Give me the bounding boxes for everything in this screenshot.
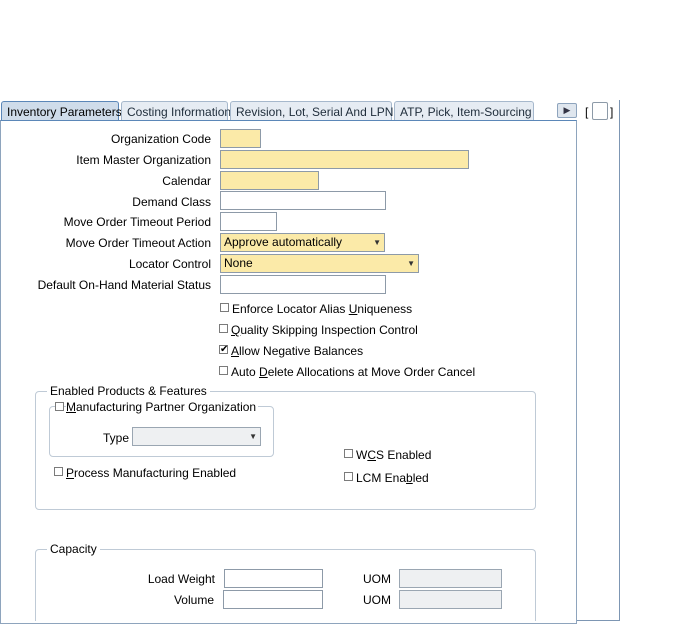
move-order-timeout-period-label: Move Order Timeout Period <box>63 215 211 229</box>
tab-costing-information[interactable]: Costing Information <box>121 101 231 121</box>
enforce-locator-alias-checkbox[interactable] <box>220 303 229 312</box>
locator-control-select[interactable]: None ▼ <box>220 254 419 273</box>
process-mfg-checkbox[interactable] <box>54 467 63 476</box>
weight-uom-field[interactable] <box>399 569 502 588</box>
type-select[interactable]: ▼ <box>132 427 261 446</box>
tab-atp-pick-item-sourcing[interactable]: ATP, Pick, Item-Sourcing <box>394 101 534 121</box>
demand-class-label: Demand Class <box>132 195 211 209</box>
capacity-title: Capacity <box>47 542 100 556</box>
enforce-locator-alias-label: Enforce Locator Alias Uniqueness <box>232 302 413 316</box>
wcs-enabled-label: WCS Enabled <box>356 448 432 462</box>
wcs-enabled-checkbox[interactable] <box>344 449 353 458</box>
mfg-partner-checkbox[interactable] <box>55 402 64 411</box>
lcm-enabled-checkbox[interactable] <box>344 472 353 481</box>
chevron-down-icon[interactable]: ▼ <box>373 234 381 251</box>
default-onhand-status-label: Default On-Hand Material Status <box>37 278 211 292</box>
volume-uom-label: UOM <box>363 593 391 607</box>
bracket-left: [ <box>585 105 589 119</box>
calendar-label: Calendar <box>162 174 211 188</box>
auto-delete-label: Auto Delete Allocations at Move Order Ca… <box>231 365 476 379</box>
organization-code-field[interactable] <box>220 129 261 148</box>
type-label: Type <box>103 431 130 445</box>
weight-uom-label: UOM <box>363 572 391 586</box>
quality-skipping-label: Quality Skipping Inspection Control <box>231 323 418 337</box>
allow-negative-label: Allow Negative Balances <box>231 344 364 358</box>
side-field[interactable] <box>592 102 608 120</box>
item-master-org-label: Item Master Organization <box>76 153 211 167</box>
tab-inventory-parameters[interactable]: Inventory Parameters <box>1 101 122 121</box>
side-frame <box>577 100 620 621</box>
quality-skipping-checkbox[interactable] <box>219 324 228 333</box>
check-icon: ✔ <box>220 344 229 355</box>
default-onhand-status-field[interactable] <box>220 275 386 294</box>
move-order-timeout-action-label: Move Order Timeout Action <box>65 236 211 250</box>
volume-label: Volume <box>173 593 214 607</box>
demand-class-field[interactable] <box>220 191 386 210</box>
load-weight-field[interactable] <box>224 569 323 588</box>
auto-delete-checkbox[interactable] <box>219 366 228 375</box>
volume-uom-field[interactable] <box>399 590 502 609</box>
organization-code-label: Organization Code <box>110 132 211 146</box>
chevron-down-icon[interactable]: ▼ <box>249 428 257 445</box>
volume-field[interactable] <box>223 590 323 609</box>
move-order-timeout-action-select[interactable]: Approve automatically ▼ <box>220 233 385 252</box>
move-order-timeout-period-field[interactable] <box>220 212 277 231</box>
calendar-field[interactable] <box>220 171 319 190</box>
tab-revision-lot-serial-lpn[interactable]: Revision, Lot, Serial And LPN <box>230 101 393 121</box>
mfg-partner-label: Manufacturing Partner Organization <box>66 399 259 415</box>
bracket-right: ] <box>610 105 614 119</box>
enabled-products-title: Enabled Products & Features <box>47 384 210 398</box>
lcm-enabled-label: LCM Enabled <box>356 471 429 485</box>
chevron-down-icon[interactable]: ▼ <box>407 255 415 272</box>
scroll-right-icon[interactable]: ▶ <box>557 103 577 118</box>
load-weight-label: Load Weight <box>147 572 215 586</box>
item-master-org-field[interactable] <box>220 150 469 169</box>
locator-control-label: Locator Control <box>128 257 211 271</box>
process-mfg-label: Process Manufacturing Enabled <box>66 466 237 480</box>
allow-negative-checkbox[interactable]: ✔ <box>219 344 229 355</box>
